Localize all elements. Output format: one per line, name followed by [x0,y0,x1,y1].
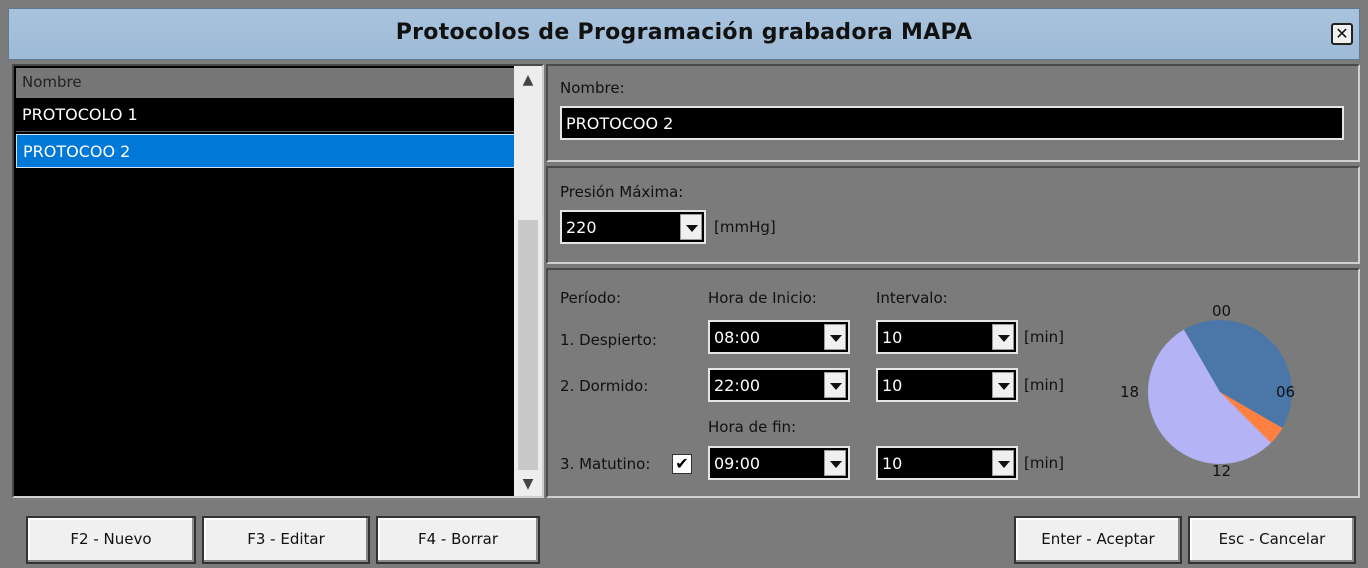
list-item-selected[interactable]: PROTOCOO 2 [16,134,520,168]
periodo-header: Período: [560,289,622,307]
despierto-start-value: 08:00 [714,328,761,347]
matutino-checkbox[interactable]: ✔ [672,454,692,474]
chevron-down-icon[interactable] [824,372,846,398]
chevron-down-icon[interactable] [992,450,1014,476]
matutino-interval-value: 10 [882,454,903,473]
dormido-unit: [min] [1024,376,1064,394]
matutino-unit: [min] [1024,454,1064,472]
edit-button[interactable]: F3 - Editar [202,516,370,564]
presion-value: 220 [566,218,597,237]
nombre-input[interactable]: PROTOCOO 2 [560,106,1344,140]
dormido-interval-select[interactable]: 10 [876,368,1018,402]
schedule-clock: 00 06 12 18 [1120,302,1295,480]
matutino-interval-select[interactable]: 10 [876,446,1018,480]
new-button[interactable]: F2 - Nuevo [26,516,196,564]
matutino-end-select[interactable]: 09:00 [708,446,850,480]
despierto-start-select[interactable]: 08:00 [708,320,850,354]
dormido-start-select[interactable]: 22:00 [708,368,850,402]
nombre-label: Nombre: [560,79,625,97]
clock-label-00: 00 [1212,302,1231,320]
despierto-label: 1. Despierto: [560,331,657,349]
window-title: Protocolos de Programación grabadora MAP… [395,20,973,45]
list-scrollbar[interactable]: ▲ ▼ [514,66,542,496]
dormido-label: 2. Dormido: [560,377,649,395]
scrollbar-thumb[interactable] [518,220,538,470]
cancel-button[interactable]: Esc - Cancelar [1188,516,1356,564]
chevron-down-icon[interactable] [992,324,1014,350]
list-item[interactable]: PROTOCOLO 1 [16,98,520,132]
protocol-list: Nombre PROTOCOLO 1 PROTOCOO 2 ▲ ▼ [12,64,544,498]
nombre-panel: Nombre: PROTOCOO 2 [546,64,1360,162]
delete-button[interactable]: F4 - Borrar [376,516,540,564]
matutino-end-value: 09:00 [714,454,761,473]
presion-panel: Presión Máxima: 220 [mmHg] [546,166,1360,264]
accept-button[interactable]: Enter - Aceptar [1014,516,1182,564]
dormido-interval-value: 10 [882,376,903,395]
close-icon[interactable]: ✕ [1331,23,1353,45]
presion-label: Presión Máxima: [560,183,684,201]
scroll-down-icon[interactable]: ▼ [514,472,542,496]
presion-unit: [mmHg] [714,218,776,236]
clock-label-12: 12 [1212,462,1231,480]
periodo-panel: Período: Hora de Inicio: Intervalo: 1. D… [546,268,1360,498]
despierto-unit: [min] [1024,328,1064,346]
clock-label-06: 06 [1276,383,1295,401]
list-header-nombre[interactable]: Nombre [16,68,520,98]
despierto-interval-value: 10 [882,328,903,347]
dormido-start-value: 22:00 [714,376,761,395]
chevron-down-icon[interactable] [680,214,702,240]
matutino-label: 3. Matutino: [560,455,651,473]
title-bar: Protocolos de Programación grabadora MAP… [8,8,1360,60]
presion-select[interactable]: 220 [560,210,706,244]
chevron-down-icon[interactable] [824,450,846,476]
despierto-interval-select[interactable]: 10 [876,320,1018,354]
chevron-down-icon[interactable] [992,372,1014,398]
chevron-down-icon[interactable] [824,324,846,350]
hora-inicio-header: Hora de Inicio: [708,289,817,307]
clock-label-18: 18 [1120,383,1139,401]
intervalo-header: Intervalo: [876,289,948,307]
hora-fin-header: Hora de fin: [708,418,797,436]
scroll-up-icon[interactable]: ▲ [514,68,542,92]
